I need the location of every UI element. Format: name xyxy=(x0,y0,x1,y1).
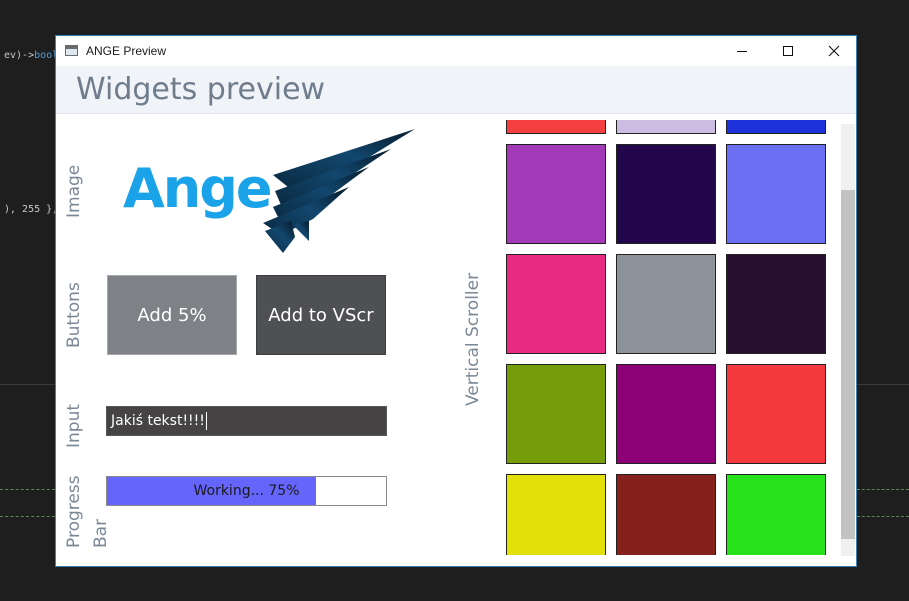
text-input-value: Jakiś tekst!!!! xyxy=(111,413,205,429)
color-tile xyxy=(726,144,826,244)
logo-text: Ange xyxy=(123,157,271,220)
color-tile xyxy=(616,144,716,244)
page-header: Widgets preview xyxy=(56,66,856,114)
title-bar[interactable]: ANGE Preview xyxy=(56,36,856,66)
color-tile xyxy=(506,364,606,464)
color-tile xyxy=(506,144,606,244)
color-tile xyxy=(616,364,716,464)
color-tile xyxy=(726,120,826,134)
progress-row-label: Progress xyxy=(64,475,84,548)
minimize-button[interactable] xyxy=(719,36,765,66)
page-title: Widgets preview xyxy=(76,72,326,107)
image-row-label: Image xyxy=(64,164,84,218)
code-text: ev)-> xyxy=(4,50,35,61)
preview-window: ANGE Preview Widgets preview Image Butto… xyxy=(55,35,857,567)
background-divider xyxy=(857,384,909,385)
color-tile xyxy=(616,120,716,134)
color-tile xyxy=(726,254,826,354)
scroller-scrollbar-thumb[interactable] xyxy=(841,190,855,539)
buttons-row-label: Buttons xyxy=(64,282,84,348)
window-title: ANGE Preview xyxy=(86,44,167,58)
progress-bar: Working... 75% xyxy=(106,476,387,506)
text-input[interactable]: Jakiś tekst!!!! xyxy=(106,406,387,436)
background-dashed-line xyxy=(857,516,909,517)
maximize-icon xyxy=(783,46,793,56)
color-tile xyxy=(616,474,716,555)
background-dashed-line xyxy=(857,489,909,490)
color-tile xyxy=(506,474,606,555)
add-to-vscroller-button[interactable]: Add to VScr xyxy=(256,275,386,355)
progress-text: Working... 75% xyxy=(193,483,300,499)
ange-logo: Ange xyxy=(123,129,415,253)
background-code-fragment-2: ), 255 }, xyxy=(4,204,58,215)
close-icon xyxy=(828,45,840,57)
maximize-button[interactable] xyxy=(765,36,811,66)
text-caret xyxy=(205,412,207,430)
scroller-row-label: Vertical Scroller xyxy=(463,272,483,406)
window-app-icon xyxy=(65,45,78,56)
add-5-percent-button[interactable]: Add 5% xyxy=(107,275,237,355)
vertical-scroller[interactable] xyxy=(502,120,842,555)
background-code-fragment-1: ev)->bool xyxy=(4,50,58,61)
color-tile xyxy=(616,254,716,354)
color-tile xyxy=(506,120,606,134)
input-row-label: Input xyxy=(64,403,84,448)
color-tile xyxy=(726,474,826,555)
background-dashed-line xyxy=(0,516,55,517)
background-divider xyxy=(0,384,55,385)
code-text: ), 255 }, xyxy=(4,204,59,215)
progress-row-label-line2: Bar xyxy=(91,518,111,548)
scroller-scrollbar[interactable] xyxy=(841,124,855,556)
background-dashed-line xyxy=(0,489,55,490)
wing-mark xyxy=(263,129,415,253)
close-button[interactable] xyxy=(811,36,856,66)
color-tile xyxy=(726,364,826,464)
minimize-icon xyxy=(737,51,747,52)
color-tile xyxy=(506,254,606,354)
